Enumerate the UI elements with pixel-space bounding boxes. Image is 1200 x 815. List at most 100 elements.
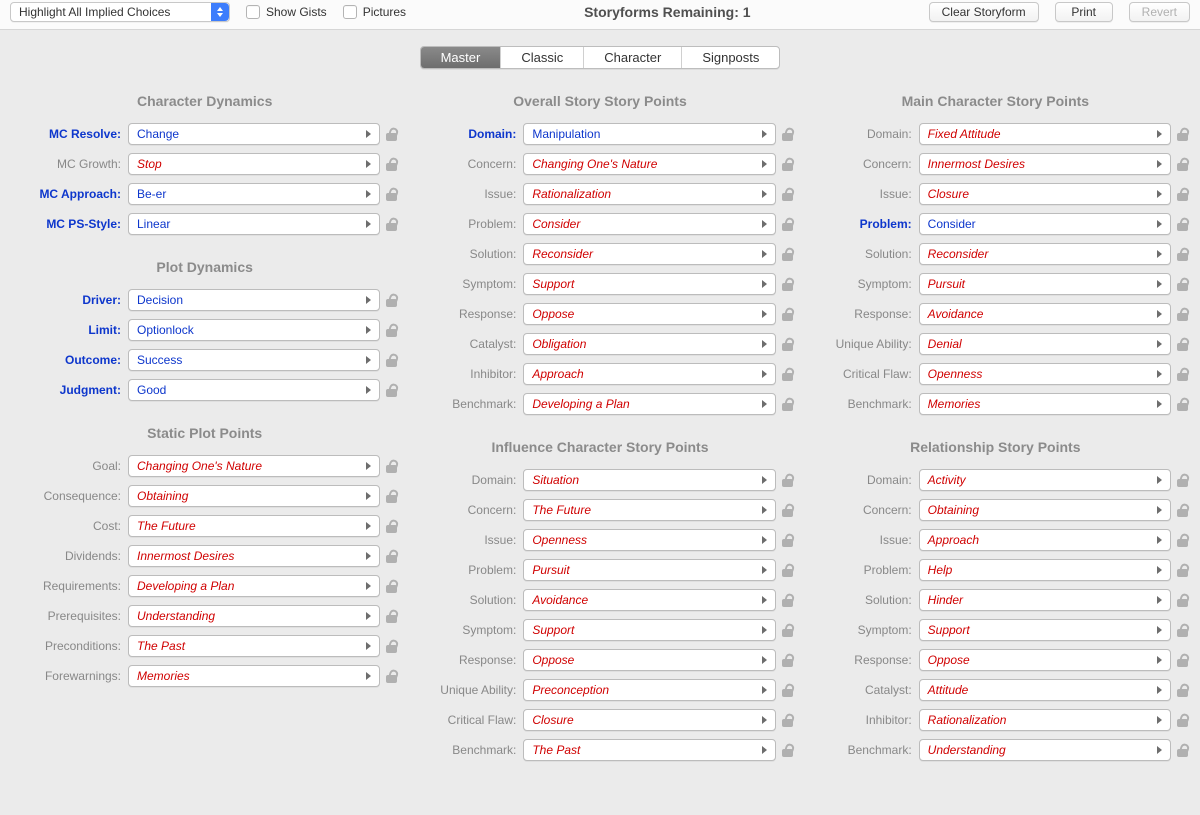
highlight-mode-select[interactable]: Highlight All Implied Choices (10, 2, 230, 22)
lock-open-icon[interactable] (782, 533, 793, 547)
lock-open-icon[interactable] (386, 157, 397, 171)
story-point-value-select[interactable]: Support (523, 619, 775, 641)
story-point-value-select[interactable]: Activity (919, 469, 1171, 491)
lock-open-icon[interactable] (1177, 593, 1188, 607)
lock-open-icon[interactable] (1177, 653, 1188, 667)
story-point-value-select[interactable]: Consider (523, 213, 775, 235)
story-point-value-select[interactable]: Openness (523, 529, 775, 551)
story-point-value-select[interactable]: Closure (919, 183, 1171, 205)
lock-open-icon[interactable] (386, 459, 397, 473)
lock-open-icon[interactable] (386, 353, 397, 367)
lock-open-icon[interactable] (782, 367, 793, 381)
lock-open-icon[interactable] (1177, 713, 1188, 727)
story-point-value-select[interactable]: Memories (128, 665, 380, 687)
story-point-value-select[interactable]: The Past (128, 635, 380, 657)
lock-open-icon[interactable] (1177, 247, 1188, 261)
story-point-value-select[interactable]: Stop (128, 153, 380, 175)
lock-open-icon[interactable] (1177, 217, 1188, 231)
lock-open-icon[interactable] (1177, 623, 1188, 637)
story-point-value-select[interactable]: Obtaining (919, 499, 1171, 521)
story-point-value-select[interactable]: Fixed Attitude (919, 123, 1171, 145)
lock-open-icon[interactable] (386, 579, 397, 593)
lock-open-icon[interactable] (782, 187, 793, 201)
lock-open-icon[interactable] (386, 639, 397, 653)
lock-open-icon[interactable] (1177, 127, 1188, 141)
lock-open-icon[interactable] (386, 609, 397, 623)
story-point-value-select[interactable]: The Future (523, 499, 775, 521)
story-point-value-select[interactable]: Openness (919, 363, 1171, 385)
lock-open-icon[interactable] (1177, 187, 1188, 201)
story-point-value-select[interactable]: Attitude (919, 679, 1171, 701)
lock-open-icon[interactable] (782, 473, 793, 487)
lock-open-icon[interactable] (782, 653, 793, 667)
pictures-checkbox[interactable]: Pictures (343, 5, 406, 19)
lock-open-icon[interactable] (782, 157, 793, 171)
story-point-value-select[interactable]: The Future (128, 515, 380, 537)
lock-open-icon[interactable] (782, 307, 793, 321)
lock-open-icon[interactable] (386, 383, 397, 397)
story-point-value-select[interactable]: Obligation (523, 333, 775, 355)
story-point-value-select[interactable]: Consider (919, 213, 1171, 235)
lock-open-icon[interactable] (782, 683, 793, 697)
story-point-value-select[interactable]: Changing One's Nature (523, 153, 775, 175)
lock-open-icon[interactable] (782, 593, 793, 607)
tab-character[interactable]: Character (584, 47, 682, 68)
show-gists-checkbox[interactable]: Show Gists (246, 5, 327, 19)
lock-open-icon[interactable] (1177, 503, 1188, 517)
lock-open-icon[interactable] (386, 489, 397, 503)
lock-open-icon[interactable] (386, 519, 397, 533)
lock-open-icon[interactable] (782, 247, 793, 261)
story-point-value-select[interactable]: Developing a Plan (523, 393, 775, 415)
lock-open-icon[interactable] (782, 337, 793, 351)
lock-open-icon[interactable] (782, 503, 793, 517)
story-point-value-select[interactable]: Innermost Desires (128, 545, 380, 567)
lock-open-icon[interactable] (1177, 397, 1188, 411)
story-point-value-select[interactable]: Pursuit (523, 559, 775, 581)
story-point-value-select[interactable]: Approach (523, 363, 775, 385)
story-point-value-select[interactable]: Optionlock (128, 319, 380, 341)
lock-open-icon[interactable] (782, 713, 793, 727)
story-point-value-select[interactable]: Success (128, 349, 380, 371)
story-point-value-select[interactable]: Oppose (523, 649, 775, 671)
story-point-value-select[interactable]: Developing a Plan (128, 575, 380, 597)
story-point-value-select[interactable]: Support (523, 273, 775, 295)
lock-open-icon[interactable] (1177, 683, 1188, 697)
story-point-value-select[interactable]: Help (919, 559, 1171, 581)
story-point-value-select[interactable]: Good (128, 379, 380, 401)
story-point-value-select[interactable]: Denial (919, 333, 1171, 355)
story-point-value-select[interactable]: Pursuit (919, 273, 1171, 295)
lock-open-icon[interactable] (1177, 277, 1188, 291)
story-point-value-select[interactable]: Change (128, 123, 380, 145)
lock-open-icon[interactable] (1177, 307, 1188, 321)
lock-open-icon[interactable] (782, 127, 793, 141)
lock-open-icon[interactable] (386, 293, 397, 307)
story-point-value-select[interactable]: Avoidance (919, 303, 1171, 325)
lock-open-icon[interactable] (1177, 473, 1188, 487)
story-point-value-select[interactable]: Be-er (128, 183, 380, 205)
story-point-value-select[interactable]: Innermost Desires (919, 153, 1171, 175)
story-point-value-select[interactable]: Reconsider (523, 243, 775, 265)
revert-button[interactable]: Revert (1129, 2, 1190, 22)
lock-open-icon[interactable] (386, 127, 397, 141)
story-point-value-select[interactable]: Linear (128, 213, 380, 235)
tab-classic[interactable]: Classic (501, 47, 584, 68)
story-point-value-select[interactable]: Oppose (919, 649, 1171, 671)
lock-open-icon[interactable] (1177, 533, 1188, 547)
lock-open-icon[interactable] (1177, 367, 1188, 381)
print-button[interactable]: Print (1055, 2, 1113, 22)
lock-open-icon[interactable] (386, 669, 397, 683)
story-point-value-select[interactable]: Support (919, 619, 1171, 641)
lock-open-icon[interactable] (386, 187, 397, 201)
story-point-value-select[interactable]: The Past (523, 739, 775, 761)
clear-storyform-button[interactable]: Clear Storyform (929, 2, 1039, 22)
story-point-value-select[interactable]: Avoidance (523, 589, 775, 611)
lock-open-icon[interactable] (1177, 157, 1188, 171)
lock-open-icon[interactable] (1177, 563, 1188, 577)
story-point-value-select[interactable]: Preconception (523, 679, 775, 701)
lock-open-icon[interactable] (782, 623, 793, 637)
story-point-value-select[interactable]: Changing One's Nature (128, 455, 380, 477)
story-point-value-select[interactable]: Approach (919, 529, 1171, 551)
story-point-value-select[interactable]: Oppose (523, 303, 775, 325)
story-point-value-select[interactable]: Obtaining (128, 485, 380, 507)
lock-open-icon[interactable] (1177, 337, 1188, 351)
